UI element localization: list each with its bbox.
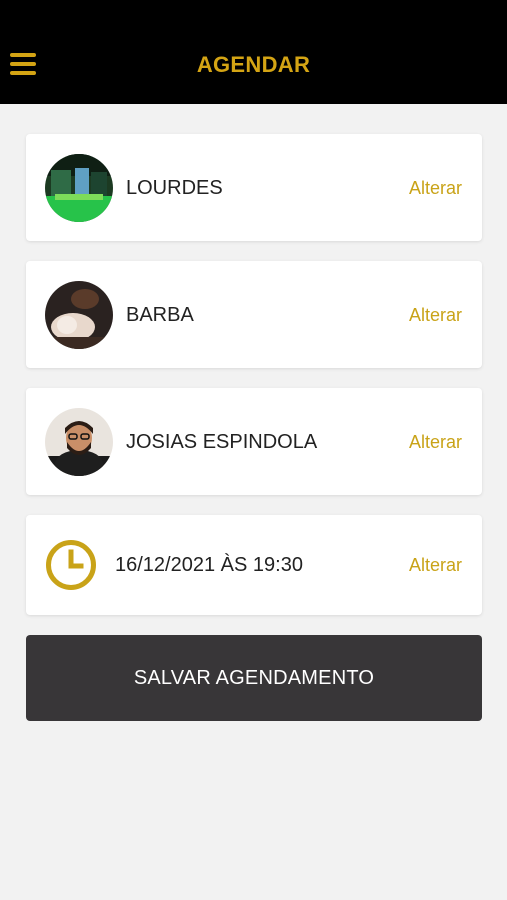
location-name: LOURDES — [126, 177, 223, 199]
location-image — [45, 154, 113, 222]
change-professional-link[interactable]: Alterar — [409, 432, 462, 453]
clock-icon — [45, 539, 97, 591]
service-card: BARBA Alterar — [26, 261, 482, 368]
change-service-link[interactable]: Alterar — [409, 305, 462, 326]
change-location-link[interactable]: Alterar — [409, 178, 462, 199]
location-card: LOURDES Alterar — [26, 134, 482, 241]
datetime-card: 16/12/2021 ÀS 19:30 Alterar — [26, 515, 482, 615]
professional-card: JOSIAS ESPINDOLA Alterar — [26, 388, 482, 495]
datetime-value: 16/12/2021 ÀS 19:30 — [115, 554, 303, 576]
service-image — [45, 281, 113, 349]
save-appointment-button[interactable]: SALVAR AGENDAMENTO — [26, 635, 482, 721]
service-name: BARBA — [126, 304, 194, 326]
page-title: AGENDAR — [196, 52, 311, 77]
professional-avatar — [45, 408, 113, 476]
change-datetime-link[interactable]: Alterar — [409, 555, 462, 576]
professional-name: JOSIAS ESPINDOLA — [126, 431, 318, 453]
top-app-bar: AGENDAR — [0, 0, 507, 104]
